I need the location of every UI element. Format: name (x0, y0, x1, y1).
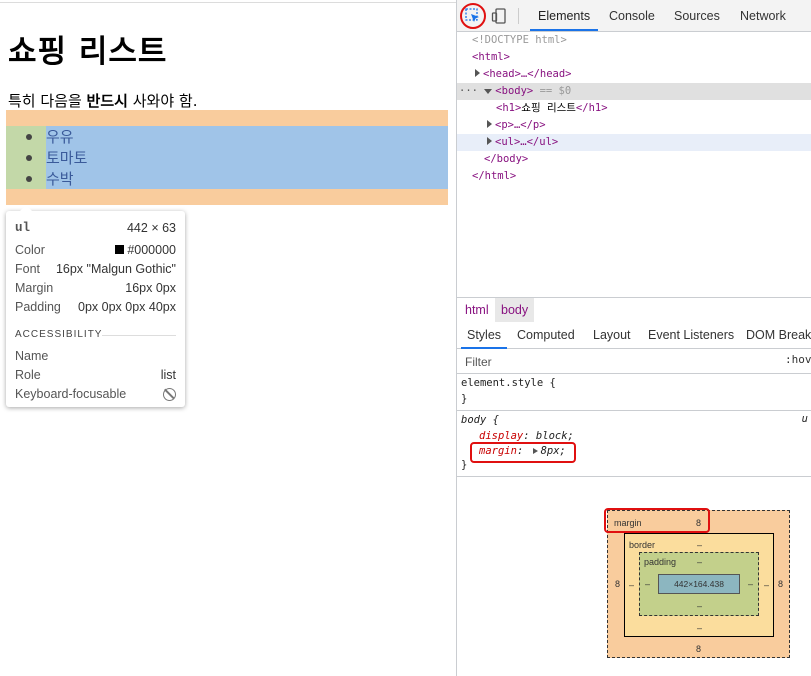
element-style-selector[interactable]: element.style { (461, 376, 556, 391)
tooltip-font-label: Font (15, 262, 41, 276)
divider (102, 335, 176, 336)
border-label: border (629, 540, 656, 550)
body-selector[interactable]: body { (461, 413, 499, 428)
tooltip-size: 442 × 63 (126, 221, 176, 235)
margin-highlight-top (6, 110, 448, 126)
rule-origin[interactable]: u (802, 413, 808, 425)
devtools-toolbar: Elements Console Sources Network (457, 0, 811, 32)
annotation-box (604, 508, 710, 533)
margin-right-value[interactable]: 8 (778, 579, 783, 589)
tooltip-arrow (20, 205, 32, 211)
divider (0, 2, 456, 3)
tooltip-margin-value: 16px 0px (125, 281, 176, 295)
tooltip-color-value: #000000 (115, 242, 176, 258)
tab-network[interactable]: Network (740, 0, 786, 31)
annotation-circle (460, 3, 486, 29)
tree-node-html-close[interactable]: </html> (457, 168, 811, 185)
breadcrumb-html[interactable]: html (459, 298, 495, 322)
tab-elements[interactable]: Elements (529, 0, 599, 31)
content-highlight (46, 126, 448, 189)
element-style-rule: element.style { } (457, 376, 811, 411)
tab-event-listeners[interactable]: Event Listeners (648, 322, 734, 348)
tooltip-margin-label: Margin (15, 281, 54, 295)
padding-right-value[interactable]: – (748, 579, 753, 589)
expand-arrow-icon[interactable] (475, 69, 480, 77)
breadcrumb: html body (457, 297, 811, 323)
accessibility-heading: ACCESSIBILITY (15, 329, 103, 340)
tab-styles[interactable]: Styles (460, 322, 508, 349)
device-toolbar-icon[interactable] (491, 8, 507, 24)
bullet-icon (26, 175, 32, 182)
bullet-icon (26, 133, 32, 140)
devtools-panel: Elements Console Sources Network <!DOCTY… (456, 0, 811, 676)
tooltip-font-value: 16px "Malgun Gothic" (55, 262, 176, 276)
page-preview: 쇼핑 리스트 특히 다음을 반드시 사와야 함. 우유 토마토 수박 ul 44… (0, 0, 456, 676)
padding-label: padding (644, 557, 677, 567)
tooltip-role-label: Role (15, 368, 41, 382)
tab-layout[interactable]: Layout (593, 322, 631, 348)
tree-node-html[interactable]: <html> (457, 49, 811, 66)
border-left-value[interactable]: – (629, 580, 634, 590)
annotation-box (470, 442, 576, 463)
padding-top-value[interactable]: – (697, 557, 702, 567)
tooltip-color-label: Color (15, 243, 45, 257)
list-item: 토마토 (26, 147, 87, 168)
bullet-icon (26, 154, 32, 161)
paragraph-text-end: 사와야 함. (127, 92, 198, 110)
paragraph-text: 특히 다음을 (8, 92, 87, 110)
breadcrumb-body[interactable]: body (495, 298, 535, 322)
expand-arrow-icon[interactable] (487, 120, 492, 128)
border-bottom-value[interactable]: – (697, 623, 702, 633)
tooltip-name-label: Name (15, 349, 49, 363)
box-model-padding: padding – – – – 442×164.438 (639, 552, 759, 616)
page-heading: 쇼핑 리스트 (8, 34, 168, 70)
filter-input[interactable] (463, 352, 777, 371)
page-paragraph: 특히 다음을 반드시 사와야 함. (8, 90, 197, 111)
margin-bottom-value[interactable]: 8 (696, 644, 701, 654)
inspect-tooltip: ul 442 × 63 Color #000000 Font 16px "Mal… (6, 205, 185, 407)
margin-left-value[interactable]: 8 (615, 579, 620, 589)
tooltip-padding-value: 0px 0px 0px 40px (78, 300, 176, 314)
tooltip-keyboard-label: Keyboard-focusable (15, 387, 127, 401)
tab-dom-breakpoints[interactable]: DOM Break (746, 322, 811, 348)
tab-console[interactable]: Console (609, 0, 655, 31)
rule-close-brace: } (461, 393, 468, 405)
tree-node-doctype[interactable]: <!DOCTYPE html> (457, 32, 811, 49)
tooltip-padding-label: Padding (15, 300, 61, 314)
tree-node-head[interactable]: <head>…</head> (457, 66, 811, 83)
tooltip-tag: ul (15, 221, 31, 235)
padding-bottom-value[interactable]: – (697, 601, 702, 611)
tab-computed[interactable]: Computed (517, 322, 575, 348)
list-item: 우유 (26, 126, 74, 147)
tab-sources[interactable]: Sources (674, 0, 720, 31)
divider (457, 476, 811, 477)
collapse-arrow-icon[interactable] (484, 89, 493, 94)
hov-button[interactable]: :hov (785, 353, 811, 366)
expand-arrow-icon[interactable] (487, 137, 492, 145)
border-right-value[interactable]: – (764, 580, 769, 590)
not-focusable-icon (163, 386, 176, 403)
tree-node-body-close[interactable]: </body> (457, 151, 811, 168)
tree-node-ul[interactable]: <ul>…</ul> (457, 134, 811, 151)
list-item: 수박 (26, 168, 74, 189)
box-model-content[interactable]: 442×164.438 (658, 574, 740, 594)
tooltip-role-value: list (160, 368, 176, 382)
styles-subtabs: Styles Computed Layout Event Listeners D… (457, 322, 811, 349)
rule-close-brace: } (461, 459, 468, 471)
paragraph-bold-text: 반드시 (86, 92, 128, 110)
box-model-border: border – – – – padding – – – – 442×164.4… (624, 533, 774, 637)
border-top-value[interactable]: – (697, 540, 702, 550)
dom-tree: <!DOCTYPE html> <html> <head>…</head> ··… (457, 32, 811, 296)
margin-highlight-bottom (6, 189, 448, 205)
tree-node-body[interactable]: ··· <body> == $0 (457, 83, 811, 100)
filter-bar: :hov (457, 349, 811, 374)
padding-left-value[interactable]: – (645, 579, 650, 589)
color-swatch-icon (115, 245, 125, 255)
tree-node-h1[interactable]: <h1>쇼핑 리스트</h1> (457, 100, 811, 117)
divider (518, 8, 519, 24)
tree-node-p[interactable]: <p>…</p> (457, 117, 811, 134)
